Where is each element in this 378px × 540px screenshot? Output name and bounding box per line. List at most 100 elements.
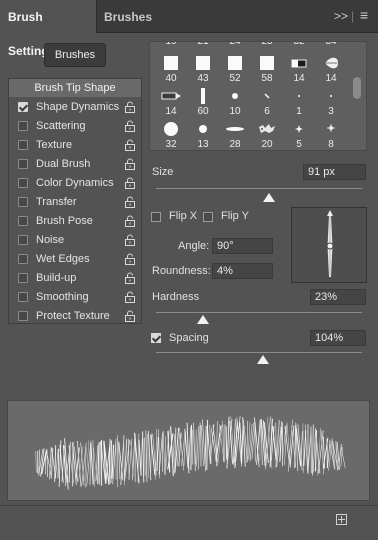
brush-preset[interactable]: 40 (155, 53, 187, 85)
brush-preset[interactable]: 20 (251, 119, 283, 150)
option-checkbox[interactable] (18, 292, 28, 302)
brush-preset[interactable]: 28 (219, 119, 251, 150)
flip-x-checkbox[interactable] (151, 212, 161, 222)
preset-size-label: 60 (197, 106, 209, 117)
tab-brushes[interactable]: Brushes (96, 0, 156, 33)
lock-icon[interactable] (124, 177, 136, 189)
brush-preset[interactable]: 21 (187, 41, 219, 50)
brush-preset[interactable]: 32 (283, 42, 315, 50)
bristle-mark (132, 436, 136, 481)
lock-icon[interactable] (124, 272, 136, 284)
preset-size-label: 34 (325, 41, 337, 47)
option-transfer[interactable]: Transfer (9, 193, 141, 212)
size-field[interactable]: 91 px (303, 164, 366, 180)
size-slider-knob[interactable] (263, 193, 276, 202)
lock-icon[interactable] (124, 215, 136, 227)
brush-preset[interactable]: 14 (155, 86, 187, 118)
lock-icon[interactable] (124, 196, 136, 208)
lock-icon[interactable] (124, 310, 136, 322)
brush-preset[interactable]: 1 (283, 86, 315, 118)
option-protect-texture[interactable]: Protect Texture (9, 307, 141, 326)
hardness-slider-track[interactable] (156, 312, 362, 313)
hardness-field[interactable]: 23% (310, 289, 366, 305)
option-checkbox[interactable] (18, 102, 28, 112)
bristle-mark (57, 448, 60, 479)
tab-brush-settings[interactable]: Brush Settings (0, 0, 96, 58)
preset-size-label: 6 (264, 106, 270, 117)
brush-preset[interactable]: 58 (251, 53, 283, 85)
brush-preset[interactable]: 25 (251, 42, 283, 50)
preset-size-label: 32 (165, 139, 177, 150)
option-smoothing[interactable]: Smoothing (9, 288, 141, 307)
spacing-slider-track[interactable] (156, 352, 362, 353)
preset-size-label: 14 (325, 73, 337, 84)
brush-preset[interactable]: 13 (187, 119, 219, 150)
option-noise[interactable]: Noise (9, 231, 141, 250)
preset-size-label: 5 (296, 139, 302, 150)
option-checkbox[interactable] (18, 254, 28, 264)
option-wet-edges[interactable]: Wet Edges (9, 250, 141, 269)
option-checkbox[interactable] (18, 121, 28, 131)
brush-preset[interactable]: 32 (155, 119, 187, 150)
lock-icon[interactable] (124, 101, 136, 113)
brush-preset[interactable]: 3 (315, 86, 347, 118)
lock-icon[interactable] (124, 120, 136, 132)
brush-preset[interactable]: 6 (251, 86, 283, 118)
option-color-dynamics[interactable]: Color Dynamics (9, 174, 141, 193)
lock-icon[interactable] (124, 253, 136, 265)
lock-icon[interactable] (124, 234, 136, 246)
bristle-mark (225, 425, 228, 460)
bristle-mark (138, 439, 142, 476)
option-shape-dynamics[interactable]: Shape Dynamics (9, 98, 141, 117)
preset-grid-scrollbar[interactable] (353, 77, 361, 99)
brush-preset[interactable]: 34 (315, 41, 347, 50)
bristle-mark (190, 424, 193, 471)
roundness-label: Roundness: (152, 265, 211, 277)
brush-preset[interactable]: 43 (187, 53, 219, 85)
panel-tab-bar: Brush Settings Brushes >> | ≡ (0, 0, 378, 58)
brush-preset[interactable]: 52 (219, 53, 251, 85)
option-brush-pose[interactable]: Brush Pose (9, 212, 141, 231)
preset-size-label: 21 (197, 41, 209, 47)
lock-icon[interactable] (124, 291, 136, 303)
brush-preset[interactable]: 14 (283, 53, 315, 85)
new-brush-icon[interactable] (336, 514, 347, 525)
brush-preset[interactable]: 5 (283, 119, 315, 150)
brush-preset[interactable]: 14 (315, 53, 347, 85)
option-checkbox[interactable] (18, 140, 28, 150)
option-texture[interactable]: Texture (9, 136, 141, 155)
brush-preset[interactable]: 60 (187, 86, 219, 118)
brush-preset[interactable]: 24 (219, 42, 251, 50)
option-scattering[interactable]: Scattering (9, 117, 141, 136)
option-build-up[interactable]: Build-up (9, 269, 141, 288)
option-checkbox[interactable] (18, 216, 28, 226)
spacing-slider-knob[interactable] (257, 355, 270, 364)
spacing-field[interactable]: 104% (310, 330, 366, 346)
hardness-slider-knob[interactable] (197, 315, 210, 324)
option-checkbox[interactable] (18, 159, 28, 169)
option-dual-brush[interactable]: Dual Brush (9, 155, 141, 174)
brush-preset[interactable]: 8 (315, 119, 347, 150)
option-checkbox[interactable] (18, 235, 28, 245)
roundness-field[interactable]: 4% (212, 263, 273, 279)
size-slider-track[interactable] (156, 188, 362, 189)
angle-field[interactable]: 90° (212, 238, 273, 254)
angle-roundness-widget[interactable] (291, 207, 367, 283)
flip-y-checkbox[interactable] (203, 212, 213, 222)
preset-size-label: 52 (229, 73, 241, 84)
brush-preset[interactable]: 19 (155, 42, 187, 50)
collapse-panel-icon[interactable]: >> (334, 9, 348, 23)
option-checkbox[interactable] (18, 273, 28, 283)
option-label: Wet Edges (36, 253, 90, 265)
brushes-button[interactable]: Brushes (44, 43, 106, 67)
lock-icon[interactable] (124, 139, 136, 151)
hardness-label: Hardness (152, 291, 200, 303)
option-checkbox[interactable] (18, 178, 28, 188)
brush-preset[interactable]: 10 (219, 86, 251, 118)
option-brush-tip-shape[interactable]: Brush Tip Shape (9, 79, 141, 97)
option-checkbox[interactable] (18, 311, 28, 321)
lock-icon[interactable] (124, 158, 136, 170)
spacing-checkbox[interactable] (151, 333, 161, 343)
option-checkbox[interactable] (18, 197, 28, 207)
panel-menu-icon[interactable]: ≡ (360, 7, 368, 23)
